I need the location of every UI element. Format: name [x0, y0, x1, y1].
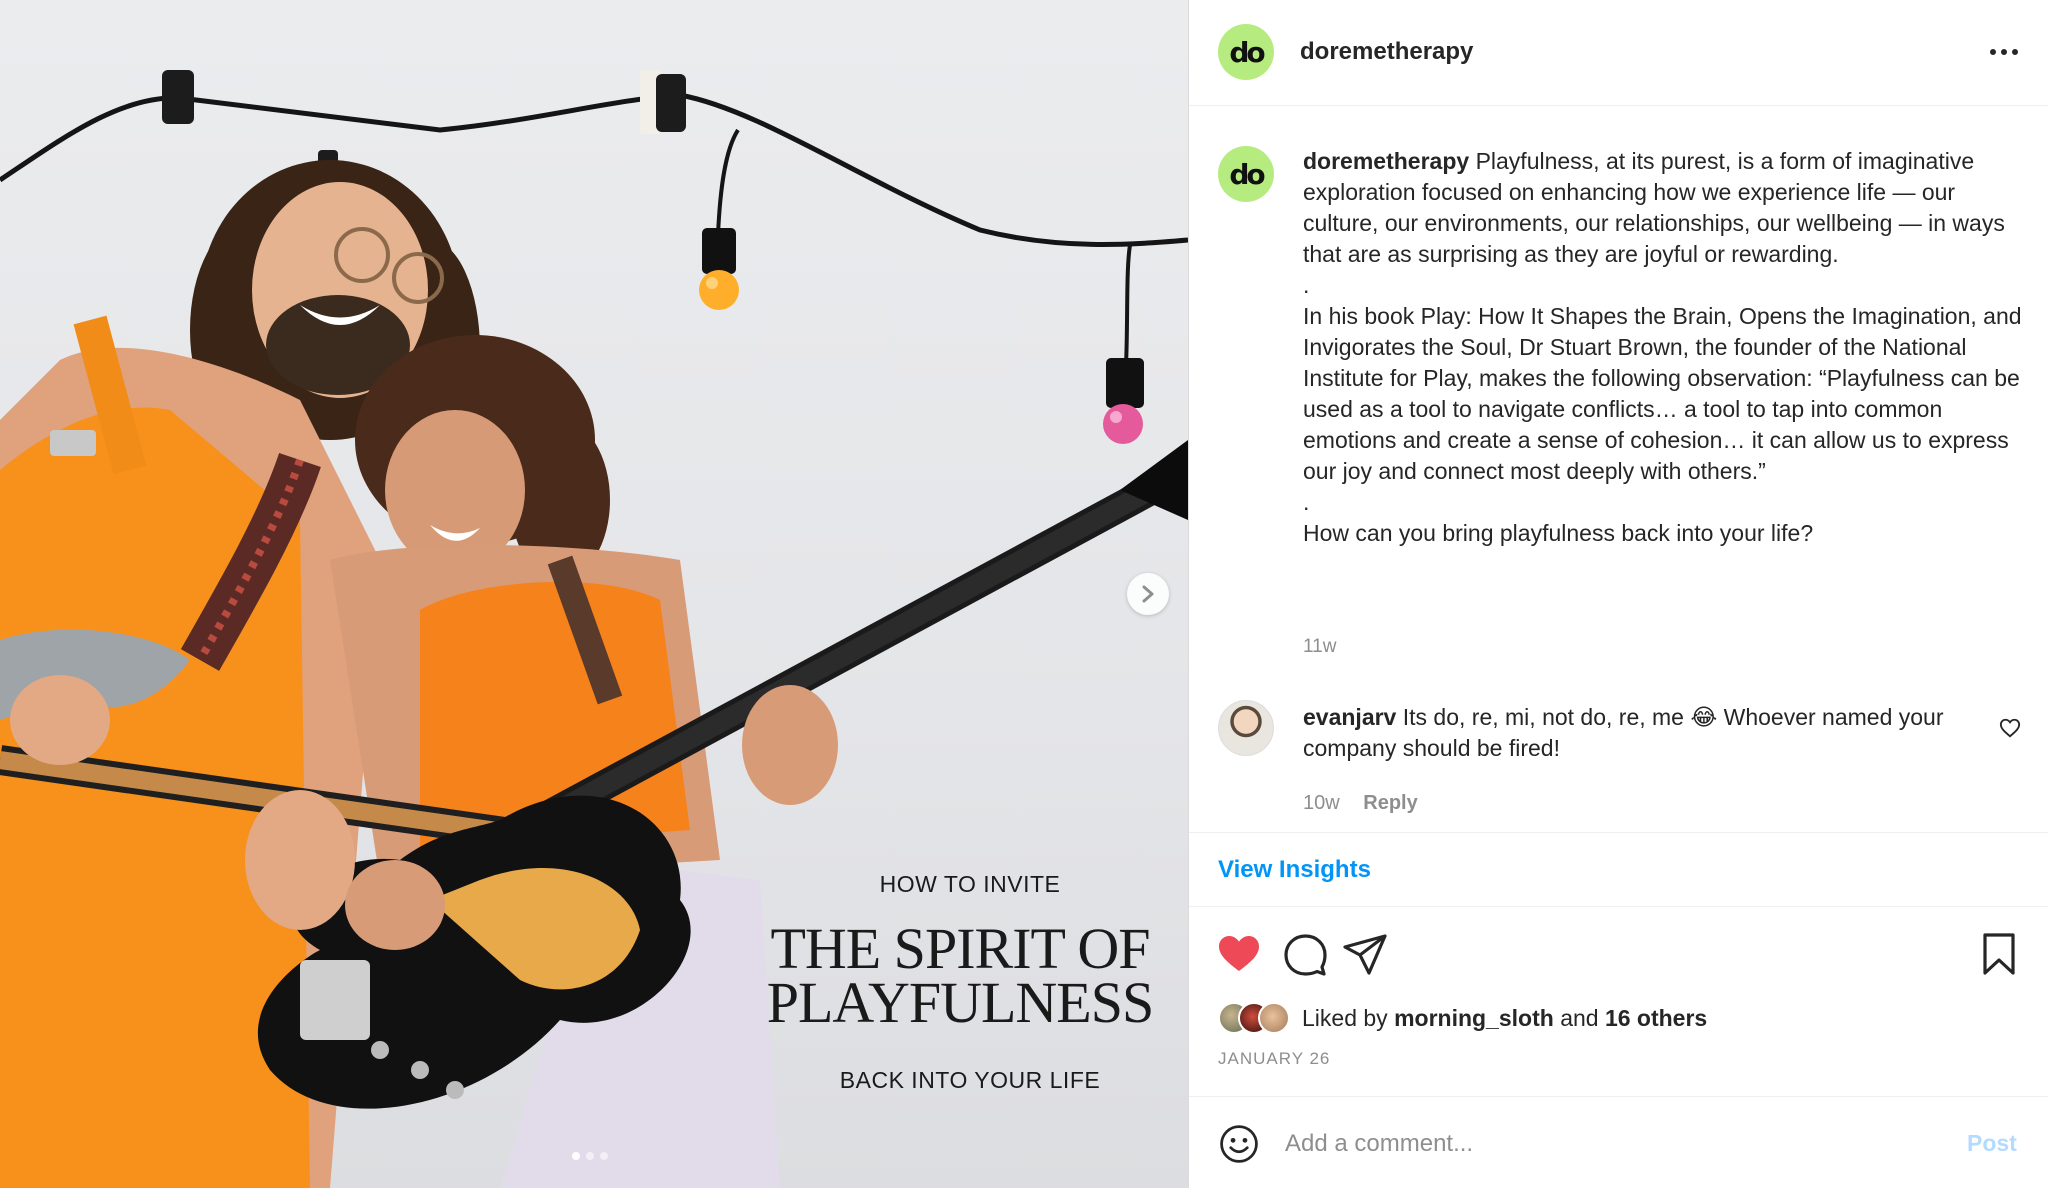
post-header: do doremetherapy: [1189, 0, 2048, 106]
comment-item: evanjarv Its do, re, mi, not do, re, me …: [1303, 702, 1963, 764]
carousel-dot: [586, 1152, 594, 1160]
divider: [1189, 1096, 2048, 1097]
caption-separator: .: [1303, 272, 1310, 298]
author-avatar[interactable]: do: [1218, 24, 1274, 80]
chevron-right-icon: [1142, 585, 1154, 603]
author-username[interactable]: doremetherapy: [1300, 38, 1473, 66]
likes-others-count[interactable]: 16 others: [1605, 1005, 1707, 1031]
reply-button[interactable]: Reply: [1363, 792, 1417, 814]
caption-username[interactable]: doremetherapy: [1303, 148, 1469, 174]
post-detail-panel: do doremetherapy do doremetherapy Playfu…: [1188, 0, 2048, 1188]
divider: [1189, 906, 2048, 907]
share-icon[interactable]: [1341, 930, 1389, 978]
bookmark-icon[interactable]: [1975, 930, 2023, 978]
comment-meta: 10w Reply: [1303, 792, 1418, 815]
more-options-icon[interactable]: [1984, 38, 2024, 66]
comment-timestamp[interactable]: 10w: [1303, 792, 1340, 814]
commenter-username[interactable]: evanjarv: [1303, 704, 1396, 730]
overlay-subheading: BACK INTO YOUR LIFE: [839, 1067, 1101, 1093]
carousel-dot: [600, 1152, 608, 1160]
comment-icon[interactable]: [1281, 930, 1329, 978]
carousel-dot: [572, 1152, 580, 1160]
divider: [1189, 832, 2048, 833]
liker-avatar[interactable]: [1258, 1002, 1290, 1034]
caption-avatar[interactable]: do: [1218, 146, 1274, 202]
likes-conjunction: and: [1560, 1004, 1599, 1031]
add-comment-input[interactable]: [1285, 1124, 1925, 1164]
likes-prefix: Liked by: [1302, 1004, 1388, 1031]
post-caption: doremetherapy Playfulness, at its purest…: [1303, 146, 2023, 549]
post-date[interactable]: JANUARY 26: [1218, 1049, 1330, 1069]
overlay-title-line2: PLAYFULNESS: [766, 970, 1155, 1035]
likes-text: Liked by morning_sloth and 16 others: [1302, 1005, 1707, 1032]
commenter-avatar[interactable]: [1218, 700, 1274, 756]
caption-timestamp[interactable]: 11w: [1303, 636, 1336, 658]
emoji-icon[interactable]: [1217, 1122, 1261, 1166]
comment-text: Its do, re, mi, not do, re, me 😂 Whoever…: [1303, 704, 1944, 761]
overlay-heading-small: HOW TO INVITE: [879, 871, 1061, 897]
post-comment-button[interactable]: Post: [1967, 1130, 2017, 1157]
caption-paragraph-2: In his book Play: How It Shapes the Brai…: [1303, 303, 2022, 484]
next-image-button[interactable]: [1127, 573, 1169, 615]
likes-summary[interactable]: Liked by morning_sloth and 16 others: [1218, 1000, 1707, 1036]
heart-outline-icon[interactable]: [1999, 717, 2021, 739]
post-media[interactable]: HOW TO INVITE THE SPIRIT OF PLAYFULNESS …: [0, 0, 1188, 1188]
view-insights-link[interactable]: View Insights: [1218, 856, 1371, 884]
carousel-indicator: [572, 1152, 608, 1160]
caption-separator: .: [1303, 489, 1310, 515]
caption-paragraph-3: How can you bring playfulness back into …: [1303, 520, 1814, 546]
overlay-title-line1: THE SPIRIT OF: [770, 916, 1150, 981]
liker-username[interactable]: morning_sloth: [1394, 1005, 1554, 1031]
heart-filled-icon[interactable]: [1215, 930, 1263, 978]
